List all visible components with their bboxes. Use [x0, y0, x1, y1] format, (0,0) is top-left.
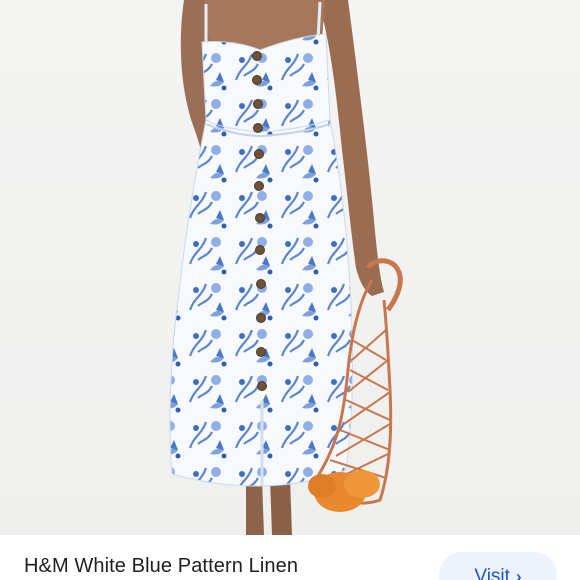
right-leg — [270, 478, 292, 535]
product-image[interactable] — [0, 0, 580, 535]
screen: H&M White Blue Pattern Linen Visit › — [0, 0, 580, 580]
visit-button[interactable]: Visit › — [439, 552, 557, 580]
bottom-bar: H&M White Blue Pattern Linen Visit › — [0, 535, 580, 580]
dress-photo — [0, 0, 580, 535]
left-leg — [246, 478, 264, 535]
chevron-right-icon: › — [515, 567, 522, 580]
product-title[interactable]: H&M White Blue Pattern Linen — [24, 555, 298, 578]
visit-label: Visit — [474, 566, 510, 580]
